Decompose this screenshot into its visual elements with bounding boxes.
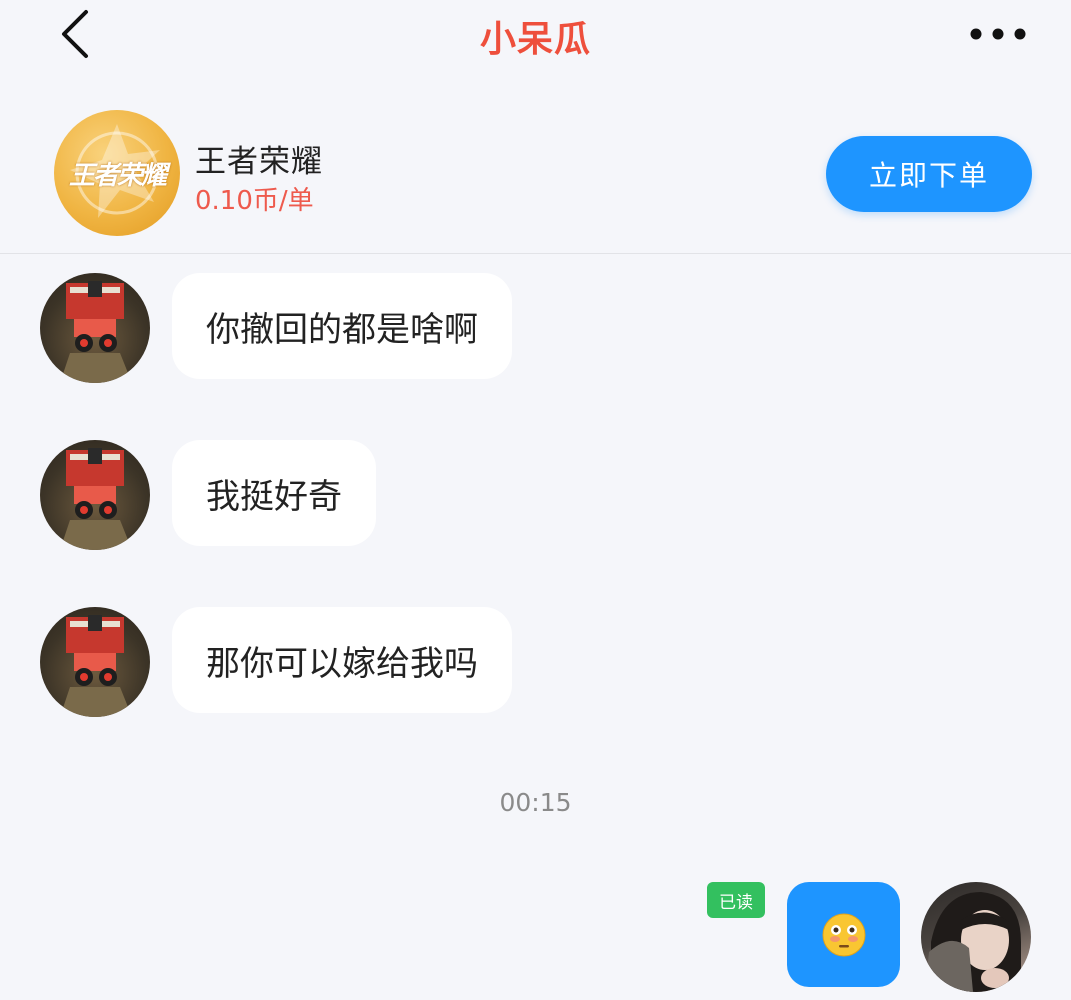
avatar[interactable] [40, 607, 150, 717]
message-bubble[interactable]: 我挺好奇 [172, 440, 376, 546]
order-now-button[interactable]: 立即下单 [826, 136, 1032, 212]
product-card: 王者荣耀 王者荣耀 0.10币/单 立即下单 [0, 96, 1071, 254]
avatar[interactable] [40, 440, 150, 550]
product-price: 0.10币/单 [195, 186, 314, 216]
flushed-face-emoji [822, 913, 865, 956]
my-avatar[interactable] [921, 882, 1031, 992]
message-bubble[interactable]: 那你可以嫁给我吗 [172, 607, 512, 713]
product-name: 王者荣耀 [195, 144, 323, 180]
message-row: 你撤回的都是啥啊 [0, 273, 1071, 383]
more-horizontal-icon [970, 28, 1026, 40]
read-status-badge: 已读 [707, 882, 765, 918]
message-row: 那你可以嫁给我吗 [0, 607, 1071, 717]
chat-title: 小呆瓜 [479, 19, 591, 60]
game-logo: 王者荣耀 [54, 110, 180, 236]
top-nav-bar: 小呆瓜 [0, 0, 1071, 76]
sent-message-bubble[interactable] [787, 882, 900, 987]
avatar[interactable] [40, 273, 150, 383]
game-logo-text: 王者荣耀 [68, 160, 167, 191]
more-button[interactable] [962, 18, 1034, 50]
message-bubble[interactable]: 你撤回的都是啥啊 [172, 273, 512, 379]
message-row: 我挺好奇 [0, 440, 1071, 550]
message-timestamp: 00:15 [499, 788, 572, 817]
